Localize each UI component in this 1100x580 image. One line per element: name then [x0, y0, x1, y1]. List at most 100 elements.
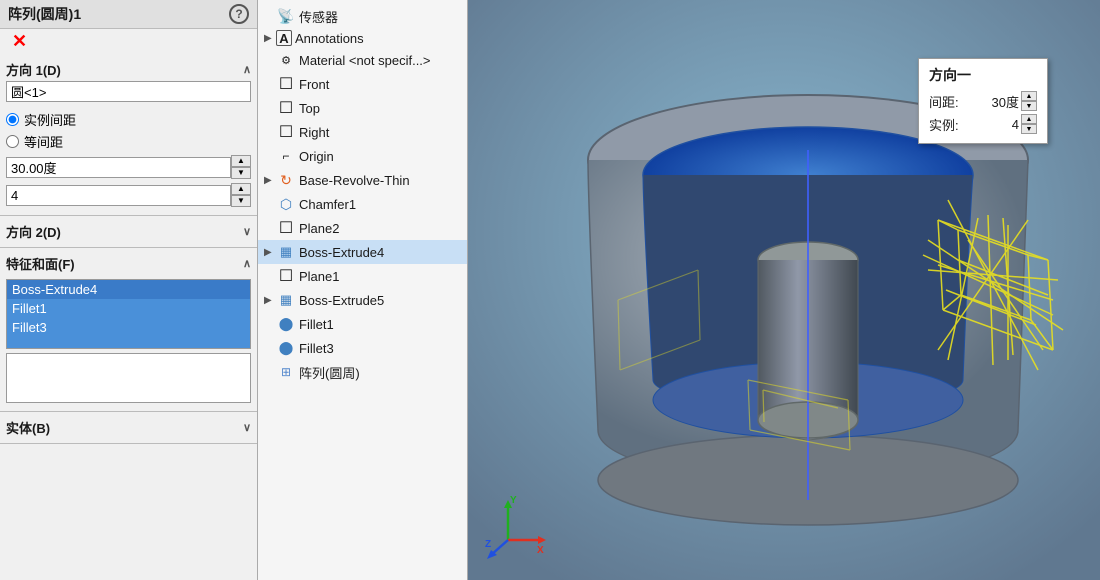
- panel-title-bar: 阵列(圆周)1 ?: [0, 0, 257, 29]
- radio-equal-spacing[interactable]: 等间距: [6, 132, 251, 151]
- tree-item-material[interactable]: ⚙ Material <not specif...>: [258, 48, 467, 72]
- tree-item-annotations[interactable]: ▶ A Annotations: [258, 28, 467, 48]
- left-panel: 阵列(圆周)1 ? ✕ 方向 1(D) ∧ 实例间距 等间距 ▲: [0, 0, 258, 580]
- features-list[interactable]: Boss-Extrude4 Fillet1 Fillet3: [6, 279, 251, 349]
- tree-text-fillet3: Fillet3: [299, 341, 334, 356]
- help-icon[interactable]: ?: [229, 4, 249, 24]
- features-empty-box: [6, 353, 251, 403]
- tree-item-circular-pattern[interactable]: ⊞ 阵列(圆周): [258, 360, 467, 384]
- popup-angle-row: 间距: 30度 ▲ ▼: [929, 91, 1037, 111]
- section4-header[interactable]: 实体(B) ∨: [6, 416, 251, 439]
- tree-arrow-annotations: ▶: [264, 33, 276, 44]
- tree-panel: 📡 传感器 ▶ A Annotations ⚙ Material <not sp…: [258, 0, 468, 580]
- plane2-icon: ☐: [276, 218, 296, 238]
- tree-text-pattern: 阵列(圆周): [299, 363, 360, 382]
- popup-count-label: 实例:: [929, 115, 959, 134]
- pattern-icon: ⊞: [276, 362, 296, 382]
- boss5-icon: ▦: [276, 290, 296, 310]
- section3-title: 特征和面(F): [6, 254, 75, 273]
- tree-item-chamfer[interactable]: ⬡ Chamfer1: [258, 192, 467, 216]
- section-features: 特征和面(F) ∧ Boss-Extrude4 Fillet1 Fillet3: [0, 248, 257, 412]
- tree-text-plane2: Plane2: [299, 221, 339, 236]
- svg-text:Z: Z: [485, 539, 491, 550]
- tree-text-fillet1: Fillet1: [299, 317, 334, 332]
- angle-input[interactable]: [6, 157, 231, 178]
- tree-text-plane1: Plane1: [299, 269, 339, 284]
- popup-count-down[interactable]: ▼: [1021, 124, 1037, 134]
- viewport[interactable]: 方向一 间距: 30度 ▲ ▼ 实例: 4 ▲ ▼: [468, 0, 1100, 580]
- popup-count-row: 实例: 4 ▲ ▼: [929, 114, 1037, 134]
- panel-title: 阵列(圆周)1: [8, 4, 81, 24]
- tree-item-boss-extrude4[interactable]: ▶ ▦ Boss-Extrude4: [258, 240, 467, 264]
- feature-item-fillet1[interactable]: Fillet1: [7, 299, 250, 318]
- tree-item-plane1[interactable]: ☐ Plane1: [258, 264, 467, 288]
- popup-count-up[interactable]: ▲: [1021, 114, 1037, 124]
- angle-down-button[interactable]: ▼: [231, 167, 251, 179]
- popup-count-value: 4: [984, 117, 1019, 132]
- tree-text-front: Front: [299, 77, 329, 92]
- tree-item-front[interactable]: ☐ Front: [258, 72, 467, 96]
- spacing-radio-group: 实例间距 等间距: [6, 110, 251, 151]
- tree-item-right[interactable]: ☐ Right: [258, 120, 467, 144]
- material-icon: ⚙: [276, 50, 296, 70]
- section1-title: 方向 1(D): [6, 60, 61, 79]
- popup-title: 方向一: [929, 65, 1037, 85]
- radio-equal-label: 等间距: [24, 132, 63, 151]
- feature-item-fillet3[interactable]: Fillet3: [7, 318, 250, 337]
- tree-text-material: Material <not specif...>: [299, 53, 431, 68]
- boss4-icon: ▦: [276, 242, 296, 262]
- tree-item-revolve[interactable]: ▶ ↻ Base-Revolve-Thin: [258, 168, 467, 192]
- count-spinner-row: ▲ ▼: [6, 183, 251, 207]
- angle-up-button[interactable]: ▲: [231, 155, 251, 167]
- tree-text-chamfer: Chamfer1: [299, 197, 356, 212]
- sensor-icon: 📡: [276, 6, 296, 26]
- popup-angle-label: 间距:: [929, 92, 959, 111]
- revolve-icon: ↻: [276, 170, 296, 190]
- popup-count-value-row: 4 ▲ ▼: [984, 114, 1037, 134]
- feature-item-boss[interactable]: Boss-Extrude4: [7, 280, 250, 299]
- tree-item-fillet1[interactable]: ⬤ Fillet1: [258, 312, 467, 336]
- popup-angle-down[interactable]: ▼: [1021, 101, 1037, 111]
- tree-item-plane2[interactable]: ☐ Plane2: [258, 216, 467, 240]
- tree-arrow-revolve: ▶: [264, 175, 276, 186]
- fillet1-icon: ⬤: [276, 314, 296, 334]
- popup-angle-spinner: ▲ ▼: [1021, 91, 1037, 111]
- section2-header[interactable]: 方向 2(D) ∨: [6, 220, 251, 243]
- count-up-button[interactable]: ▲: [231, 183, 251, 195]
- tree-item-top[interactable]: ☐ Top: [258, 96, 467, 120]
- tree-text-revolve: Base-Revolve-Thin: [299, 173, 410, 188]
- radio-instance-spacing[interactable]: 实例间距: [6, 110, 251, 129]
- section1-header[interactable]: 方向 1(D) ∧: [6, 58, 251, 81]
- popup-count-spinner: ▲ ▼: [1021, 114, 1037, 134]
- 3d-scene: 方向一 间距: 30度 ▲ ▼ 实例: 4 ▲ ▼: [468, 0, 1100, 580]
- popup-angle-value-row: 30度 ▲ ▼: [984, 91, 1037, 111]
- section-body: 实体(B) ∨: [0, 412, 257, 444]
- section3-header[interactable]: 特征和面(F) ∧: [6, 252, 251, 275]
- section4-chevron: ∨: [243, 421, 251, 434]
- angle-spinner-buttons: ▲ ▼: [231, 155, 251, 179]
- tree-item-origin[interactable]: ⌐ Origin: [258, 144, 467, 168]
- section2-title: 方向 2(D): [6, 222, 61, 241]
- tree-text-boss4: Boss-Extrude4: [299, 245, 384, 260]
- close-button[interactable]: ✕: [8, 29, 31, 53]
- popup-angle-up[interactable]: ▲: [1021, 91, 1037, 101]
- count-down-button[interactable]: ▼: [231, 195, 251, 207]
- right-plane-icon: ☐: [276, 122, 296, 142]
- top-plane-icon: ☐: [276, 98, 296, 118]
- svg-text:Y: Y: [510, 495, 517, 506]
- tree-item-boss-extrude5[interactable]: ▶ ▦ Boss-Extrude5: [258, 288, 467, 312]
- plane1-icon: ☐: [276, 266, 296, 286]
- tree-text-origin: Origin: [299, 149, 334, 164]
- radio-instance-label: 实例间距: [24, 110, 76, 129]
- popup-box: 方向一 间距: 30度 ▲ ▼ 实例: 4 ▲ ▼: [918, 58, 1048, 144]
- direction1-input[interactable]: [6, 81, 251, 102]
- tree-text-top: Top: [299, 101, 320, 116]
- origin-icon: ⌐: [276, 146, 296, 166]
- axis-indicator: Y X Z: [483, 495, 543, 555]
- section-direction1: 方向 1(D) ∧ 实例间距 等间距 ▲ ▼ ▲: [0, 54, 257, 216]
- chamfer-icon: ⬡: [276, 194, 296, 214]
- count-input[interactable]: [6, 185, 231, 206]
- tree-item-sensor[interactable]: 📡 传感器: [258, 4, 467, 28]
- tree-item-fillet3[interactable]: ⬤ Fillet3: [258, 336, 467, 360]
- count-spinner-buttons: ▲ ▼: [231, 183, 251, 207]
